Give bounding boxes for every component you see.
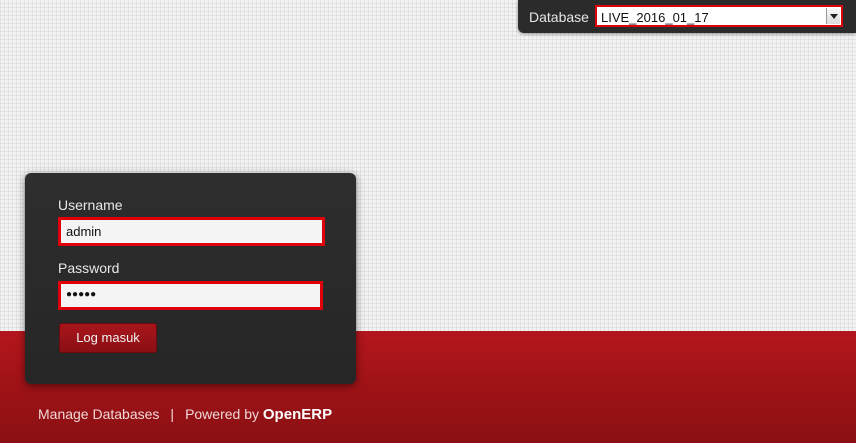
database-bar: Database LIVE_2016_01_17 [518,0,856,33]
password-mask: ●●●●● [66,289,97,300]
chevron-down-icon[interactable] [826,8,840,24]
login-button[interactable]: Log masuk [59,323,157,353]
manage-databases-link[interactable]: Manage Databases [38,406,159,422]
password-label: Password [58,260,120,276]
username-field[interactable] [58,217,325,246]
password-field[interactable]: ●●●●● [58,281,323,310]
database-select[interactable]: LIVE_2016_01_17 [595,5,843,27]
database-label: Database [529,9,589,25]
login-panel: Username Password ●●●●● Log masuk [25,173,356,384]
database-select-value: LIVE_2016_01_17 [601,10,709,25]
openerp-logo-link[interactable]: OpenERP [263,406,332,423]
footer-separator: | [170,406,175,422]
footer: Manage Databases | Powered by OpenERP [38,406,332,423]
powered-by-label: Powered by [185,406,259,422]
username-label: Username [58,197,123,213]
